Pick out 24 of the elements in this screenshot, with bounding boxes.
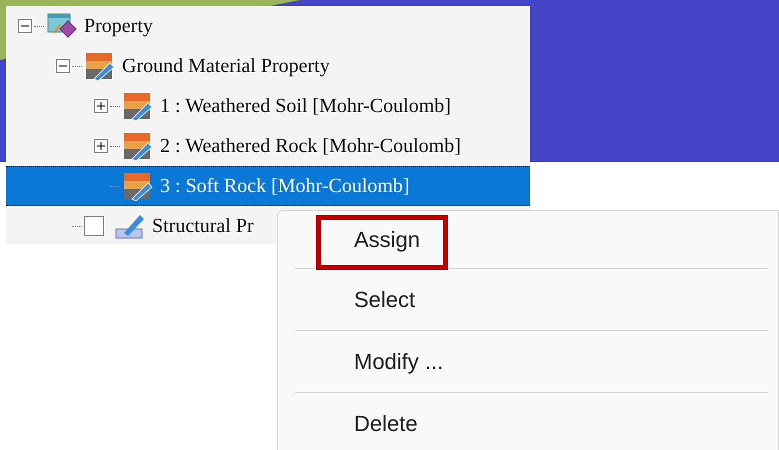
collapse-toggle[interactable] <box>56 59 70 73</box>
material-icon <box>122 91 154 121</box>
tree-item[interactable]: 2 : Weathered Rock [Mohr-Coulomb] <box>6 126 530 166</box>
tree-item[interactable]: Ground Material Property <box>6 46 530 86</box>
tree-label: 1 : Weathered Soil [Mohr-Coulomb] <box>160 94 451 118</box>
tree-label: Property <box>84 14 153 38</box>
checkbox[interactable] <box>84 216 104 236</box>
material-icon <box>84 51 116 81</box>
tree-label: 2 : Weathered Rock [Mohr-Coulomb] <box>160 134 461 158</box>
tree-item[interactable]: 3 : Soft Rock [Mohr-Coulomb] <box>6 166 530 206</box>
material-icon <box>122 131 154 161</box>
menu-item[interactable]: Assign <box>295 211 768 268</box>
menu-item[interactable]: Delete <box>295 393 768 450</box>
expand-toggle[interactable] <box>94 99 108 113</box>
tree-item[interactable]: Property <box>6 6 530 46</box>
tree-label: Ground Material Property <box>122 54 330 78</box>
menu-item[interactable]: Select <box>295 269 768 330</box>
collapse-toggle[interactable] <box>18 19 32 33</box>
material-icon <box>122 171 154 201</box>
tree-item[interactable]: 1 : Weathered Soil [Mohr-Coulomb] <box>6 86 530 126</box>
expand-toggle[interactable] <box>94 139 108 153</box>
tree-label: Structural Pr <box>152 214 254 238</box>
tree-label: 3 : Soft Rock [Mohr-Coulomb] <box>160 174 410 198</box>
menu-item[interactable]: Modify ... <box>295 331 768 392</box>
